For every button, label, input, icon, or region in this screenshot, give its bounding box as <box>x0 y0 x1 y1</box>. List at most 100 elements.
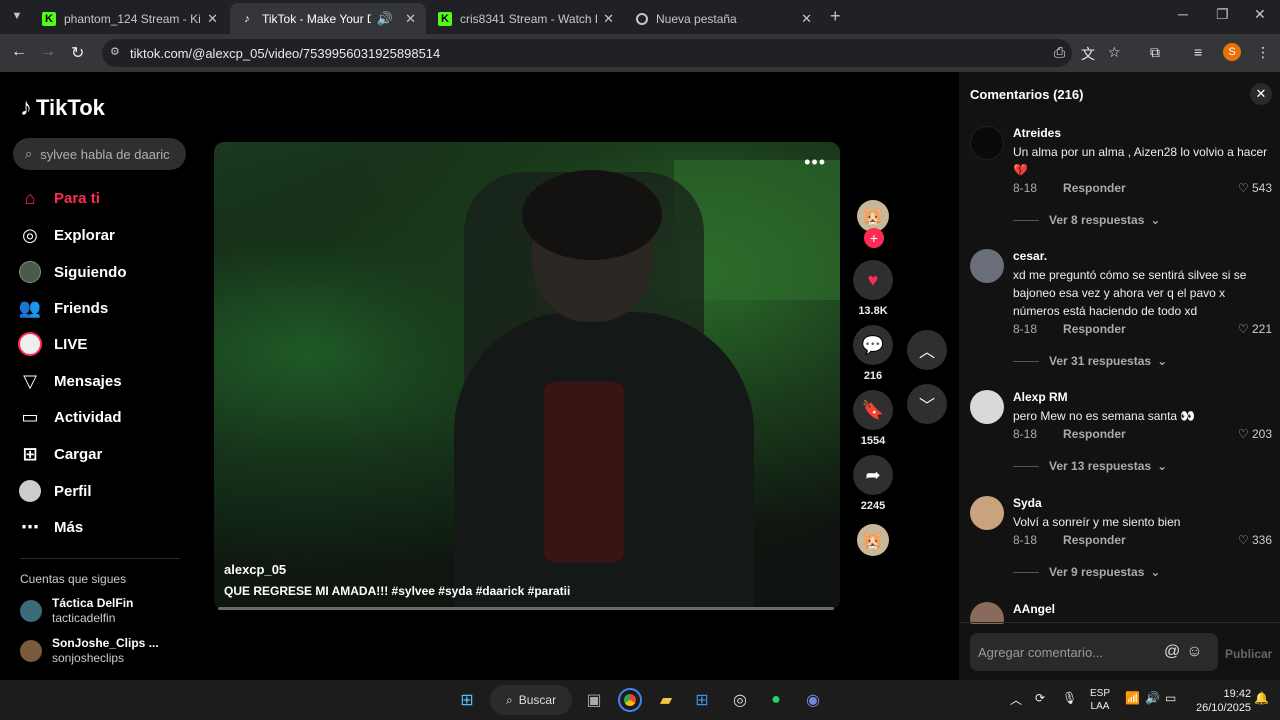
show-hidden-icons-icon[interactable]: ︿ <box>1010 691 1022 708</box>
reply-button[interactable]: Responder <box>1063 322 1126 336</box>
nav-cargar[interactable]: ⊞ Cargar <box>18 442 102 466</box>
video-player[interactable]: ••• alexcp_05 QUE REGRESE MI AMADA!!! #s… <box>214 142 840 610</box>
site-info-icon[interactable]: ⚙ <box>110 45 124 59</box>
nav-mas[interactable]: ⋯ Más <box>18 515 83 539</box>
tab-search-icon[interactable]: ▼ <box>6 5 28 27</box>
avatar[interactable] <box>970 390 1004 424</box>
sync-icon[interactable]: ⟳ <box>1035 691 1045 705</box>
forward-arrow-icon[interactable]: → <box>40 43 56 61</box>
comment-like-button[interactable]: ♡ 543 <box>1238 181 1272 195</box>
tab-kick-cris[interactable]: K cris8341 Stream - Watch Live o ✕ <box>428 3 624 34</box>
comment-like-button[interactable]: ♡ 221 <box>1238 322 1272 336</box>
notifications-icon[interactable]: 🔔 <box>1254 691 1269 705</box>
browser-menu-icon[interactable]: ⋮ <box>1256 44 1270 61</box>
post-comment-button[interactable]: Publicar <box>1225 647 1272 661</box>
close-tab-icon[interactable]: ✕ <box>405 11 416 27</box>
view-replies-button[interactable]: Ver 13 respuestas ⌄ <box>1013 459 1167 473</box>
nav-friends[interactable]: 👥 Friends <box>18 296 108 320</box>
task-view-icon[interactable]: ▣ <box>582 688 606 712</box>
comment-user[interactable]: cesar. <box>1013 249 1047 263</box>
close-tab-icon[interactable]: ✕ <box>603 11 614 27</box>
comment-user[interactable]: AAngel <box>1013 602 1055 616</box>
comment-like-button[interactable]: ♡ 336 <box>1238 533 1272 547</box>
video-progress-bar[interactable] <box>218 607 834 610</box>
previous-video-button[interactable]: ︿ <box>907 330 947 370</box>
reply-button[interactable]: Responder <box>1063 427 1126 441</box>
microsoft-store-icon[interactable]: ⊞ <box>690 688 714 712</box>
tab-tiktok[interactable]: ♪ TikTok - Make Your Day 🔊 ✕ <box>230 3 426 34</box>
volume-icon[interactable]: 🔊 <box>1145 691 1160 705</box>
window-close-icon[interactable]: ✕ <box>1254 6 1266 23</box>
following-account[interactable]: SonJoshe_Clips ... sonjosheclips <box>20 636 159 666</box>
view-replies-button[interactable]: Ver 31 respuestas ⌄ <box>1013 354 1167 368</box>
battery-icon[interactable]: ▭ <box>1165 691 1176 705</box>
windows-start-icon[interactable]: ⊞ <box>455 688 479 712</box>
search-input[interactable] <box>40 146 171 162</box>
reply-button[interactable]: Responder <box>1063 533 1126 547</box>
mention-at-icon[interactable]: @ <box>1164 643 1180 661</box>
nav-para-ti[interactable]: ⌂ Para ti <box>18 186 100 210</box>
avatar[interactable] <box>970 249 1004 283</box>
close-comments-button[interactable]: ✕ <box>1250 83 1272 105</box>
tiktok-logo[interactable]: ♪ TikTok <box>20 94 105 122</box>
minimize-icon[interactable]: ─ <box>1178 6 1188 22</box>
taskbar-search[interactable]: ⌕ Buscar <box>490 685 572 715</box>
back-arrow-icon[interactable]: ← <box>11 43 27 61</box>
speaker-icon[interactable]: 🔊 <box>377 11 393 27</box>
nav-siguiendo[interactable]: Siguiendo <box>18 260 127 284</box>
tab-new[interactable]: Nueva pestaña ✕ <box>626 3 822 34</box>
install-app-icon[interactable]: ⎙ <box>1054 44 1065 61</box>
nav-live[interactable]: LIVE <box>18 332 87 356</box>
follow-plus-button[interactable]: + <box>864 228 884 248</box>
reply-button[interactable]: Responder <box>1063 181 1126 195</box>
comment-like-button[interactable]: ♡ 203 <box>1238 427 1272 441</box>
video-more-icon[interactable]: ••• <box>804 152 826 173</box>
nav-mensajes[interactable]: ▽ Mensajes <box>18 369 121 393</box>
reload-icon[interactable]: ↻ <box>71 43 84 63</box>
maximize-icon[interactable]: ❐ <box>1216 6 1229 23</box>
comment-user[interactable]: Alexp RM <box>1013 390 1068 404</box>
view-replies-button[interactable]: Ver 9 respuestas ⌄ <box>1013 565 1160 579</box>
profile-avatar[interactable]: S <box>1223 43 1241 61</box>
comment-user[interactable]: Atreides <box>1013 126 1061 140</box>
comment-input[interactable] <box>978 644 1158 660</box>
extensions-icon[interactable]: ⧉ <box>1150 44 1160 61</box>
address-bar[interactable]: ⚙ tiktok.com/@alexcp_05/video/7539956031… <box>102 39 1072 67</box>
system-clock[interactable]: 19:42 26/10/2025 <box>1196 687 1251 715</box>
emoji-icon[interactable]: ☺ <box>1186 643 1202 661</box>
video-scene <box>522 170 662 260</box>
chrome-icon[interactable] <box>618 688 642 712</box>
language-indicator[interactable]: ESP LAA <box>1090 687 1110 713</box>
comment-button[interactable]: 💬 216 <box>852 325 894 382</box>
like-button[interactable]: ♥ 13.8K <box>852 260 894 317</box>
file-explorer-icon[interactable]: ▰ <box>654 688 678 712</box>
following-account[interactable]: Táctica DelFin tacticadelfin <box>20 596 133 626</box>
avatar <box>20 600 42 622</box>
tab-kick-phantom[interactable]: K phantom_124 Stream - Kick Da ✕ <box>32 3 228 34</box>
translate-icon[interactable]: 文 <box>1081 44 1095 64</box>
recording-app-icon[interactable]: ◎ <box>728 688 752 712</box>
share-button[interactable]: ➦ 2245 <box>852 455 894 512</box>
media-control-icon[interactable]: ≡ <box>1194 44 1202 60</box>
wifi-icon[interactable]: 📶 <box>1125 691 1140 705</box>
close-tab-icon[interactable]: ✕ <box>801 11 812 27</box>
sound-disc[interactable]: 🐹 <box>852 524 894 556</box>
avatar[interactable] <box>970 602 1004 624</box>
avatar[interactable] <box>970 496 1004 530</box>
close-tab-icon[interactable]: ✕ <box>207 11 218 27</box>
nav-actividad[interactable]: ▭ Actividad <box>18 405 121 429</box>
bookmark-star-icon[interactable]: ☆ <box>1108 44 1121 61</box>
nav-explorar[interactable]: ◎ Explorar <box>18 223 115 247</box>
comment-user[interactable]: Syda <box>1013 496 1042 510</box>
avatar[interactable] <box>970 126 1004 160</box>
nav-perfil[interactable]: Perfil <box>18 479 92 503</box>
spotify-icon[interactable]: ● <box>764 688 788 712</box>
view-replies-button[interactable]: Ver 8 respuestas ⌄ <box>1013 213 1160 227</box>
discord-icon[interactable]: ◉ <box>801 688 825 712</box>
video-author[interactable]: alexcp_05 <box>224 562 286 577</box>
next-video-button[interactable]: ﹀ <box>907 384 947 424</box>
heart-icon: ♥ <box>853 260 893 300</box>
microphone-icon[interactable]: 🎙 <box>1062 691 1077 705</box>
save-button[interactable]: 🔖 1554 <box>852 390 894 447</box>
new-tab-button[interactable]: + <box>830 6 841 27</box>
